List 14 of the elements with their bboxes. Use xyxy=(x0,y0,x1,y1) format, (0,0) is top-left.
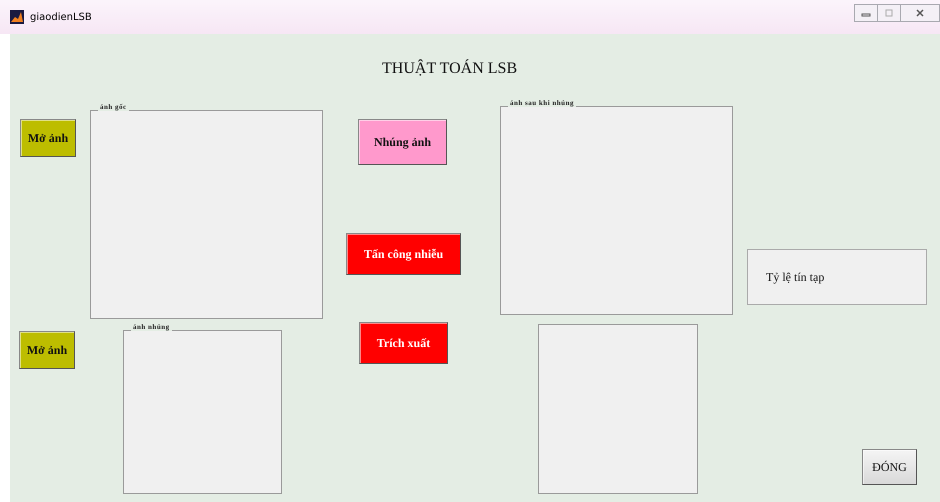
ratio-label: Tỷ lệ tín tạp xyxy=(766,270,824,284)
window-title: giaodienLSB xyxy=(30,12,92,22)
close-button[interactable]: ĐÓNG xyxy=(862,449,917,485)
page-heading: THUẬT TOÁN LSB xyxy=(382,60,518,78)
noise-attack-button[interactable]: Tấn công nhiễu xyxy=(346,233,461,275)
extract-button[interactable]: Trích xuất xyxy=(359,322,448,364)
embed-button[interactable]: Nhúng ảnh xyxy=(358,119,447,165)
close-window-button[interactable] xyxy=(900,4,940,22)
app-icon xyxy=(10,10,24,24)
close-icon xyxy=(915,8,925,18)
open-image-button[interactable]: Mở ảnh xyxy=(20,119,76,157)
open-image-button[interactable]: Mở ảnh xyxy=(19,331,75,369)
minimize-button[interactable] xyxy=(854,4,878,22)
maximize-icon xyxy=(884,8,894,18)
